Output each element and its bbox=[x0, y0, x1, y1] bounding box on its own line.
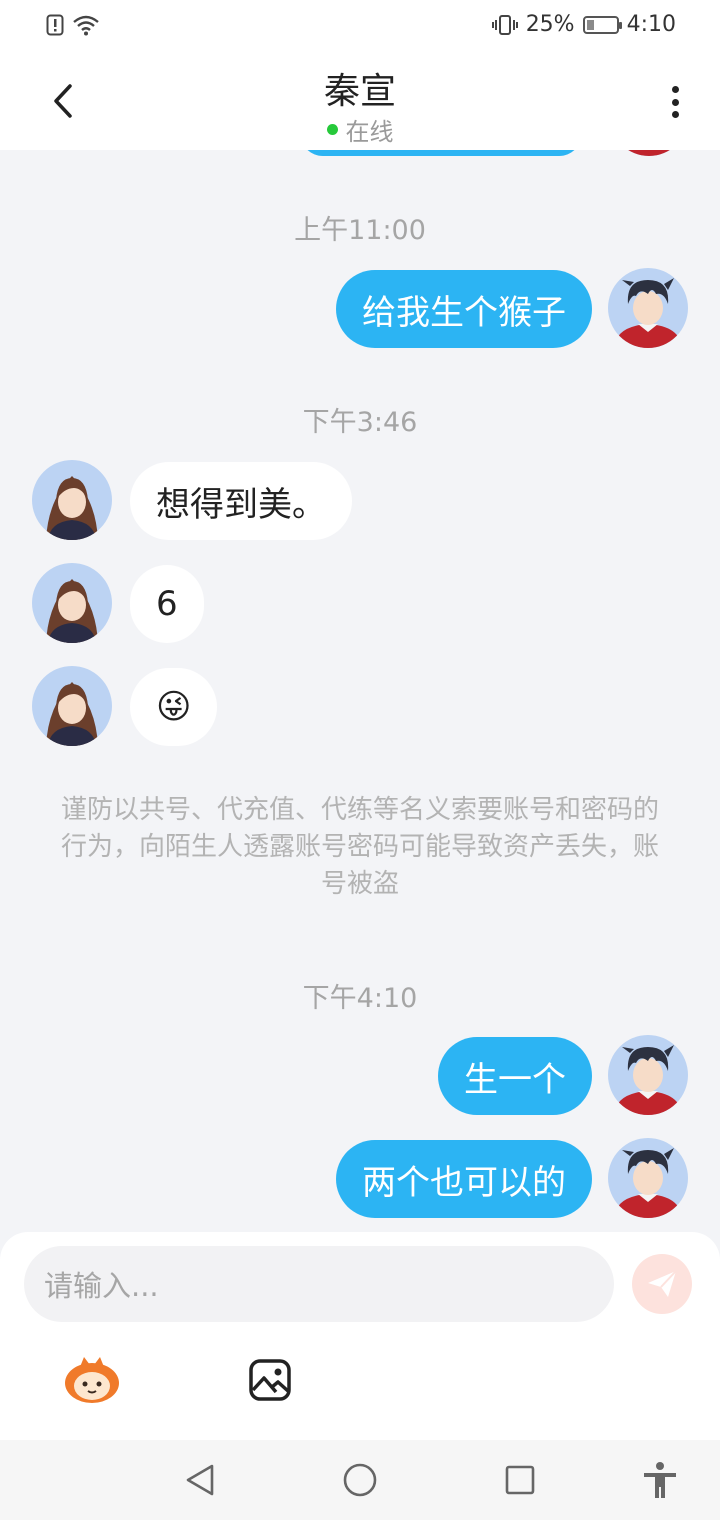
self-avatar[interactable] bbox=[608, 1138, 688, 1218]
self-avatar[interactable] bbox=[608, 268, 688, 348]
timestamp: 下午4:10 bbox=[302, 983, 418, 1014]
battery-percent: 25% bbox=[525, 12, 575, 37]
online-dot-icon bbox=[326, 124, 338, 135]
battery-fill bbox=[586, 19, 594, 30]
battery-icon bbox=[582, 15, 622, 34]
contact-avatar[interactable] bbox=[32, 563, 112, 643]
status-left bbox=[46, 14, 100, 36]
chat-header: 秦宣 在线 bbox=[0, 54, 720, 150]
outgoing-message[interactable]: 给我生个猴子 bbox=[336, 270, 592, 348]
accessibility-icon bbox=[644, 1462, 676, 1498]
status-bar: 25% 4:10 bbox=[0, 0, 720, 54]
contact-avatar[interactable] bbox=[32, 460, 112, 540]
timestamp: 上午11:00 bbox=[294, 215, 426, 246]
circle-home-icon bbox=[343, 1463, 377, 1497]
outgoing-message[interactable]: 生一个 bbox=[438, 1037, 592, 1115]
previous-message-bubble[interactable] bbox=[300, 150, 582, 156]
self-avatar[interactable] bbox=[610, 150, 688, 156]
nav-home-button[interactable] bbox=[338, 1458, 382, 1502]
image-button[interactable] bbox=[238, 1352, 302, 1408]
dot bbox=[671, 111, 679, 118]
status-right: 25% 4:10 bbox=[491, 12, 676, 37]
sticker-button[interactable] bbox=[60, 1352, 124, 1408]
contact-name: 秦宣 bbox=[323, 71, 396, 112]
dot bbox=[671, 86, 679, 93]
composer-panel: 请输入... bbox=[0, 1232, 720, 1440]
mascot-sticker-icon bbox=[65, 1357, 119, 1403]
presence-status: 在线 bbox=[0, 112, 720, 147]
timestamp: 下午3:46 bbox=[302, 407, 418, 438]
message-list[interactable]: 上午11:00 给我生个猴子 下午3:46 想得到美。 6 😜 谨防以共号、代充… bbox=[0, 150, 720, 1232]
security-notice: 谨防以共号、代充值、代练等名义索要账号和密码的行为，向陌生人透露账号密码可能导致… bbox=[60, 795, 659, 899]
incoming-message[interactable]: 想得到美。 bbox=[130, 462, 352, 540]
alert-icon bbox=[46, 14, 64, 36]
wifi-icon bbox=[73, 15, 99, 36]
system-navigation-bar bbox=[0, 1440, 720, 1520]
square-recents-icon bbox=[505, 1465, 535, 1495]
triangle-back-icon bbox=[186, 1464, 214, 1496]
incoming-emoji-message[interactable]: 😜 bbox=[130, 668, 218, 746]
message-input[interactable]: 请输入... bbox=[24, 1246, 614, 1322]
self-avatar[interactable] bbox=[608, 1035, 688, 1115]
nav-recents-button[interactable] bbox=[498, 1458, 542, 1502]
dot bbox=[671, 98, 679, 106]
presence-label: 在线 bbox=[345, 118, 394, 146]
contact-avatar[interactable] bbox=[32, 666, 112, 746]
vibrate-icon bbox=[491, 14, 518, 35]
accessibility-button[interactable] bbox=[638, 1458, 682, 1502]
image-icon bbox=[249, 1359, 291, 1401]
clock: 4:10 bbox=[626, 12, 676, 37]
outgoing-message[interactable]: 两个也可以的 bbox=[336, 1140, 592, 1218]
nav-back-button[interactable] bbox=[178, 1458, 222, 1502]
paper-plane-icon bbox=[648, 1270, 677, 1297]
send-button[interactable] bbox=[632, 1254, 692, 1314]
more-options-button[interactable] bbox=[660, 82, 690, 122]
incoming-message[interactable]: 6 bbox=[130, 565, 204, 643]
